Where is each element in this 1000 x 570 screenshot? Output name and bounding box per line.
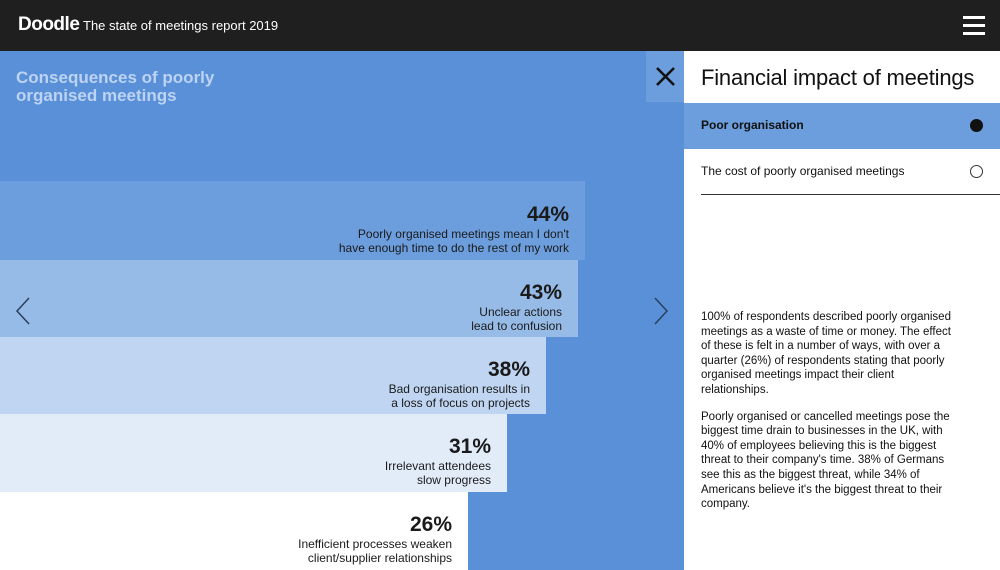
consequence-step-5: 26% Inefficient processes weaken client/… xyxy=(0,492,468,570)
step-tail-block xyxy=(468,492,684,570)
consequence-step-1: 44% Poorly organised meetings mean I don… xyxy=(0,181,585,260)
hamburger-menu-icon[interactable] xyxy=(963,16,985,35)
step-description-line2: slow progress xyxy=(416,473,491,487)
consequence-step-2: 43% Unclear actions lead to confusion xyxy=(0,260,578,337)
step-description-line1: Bad organisation results in xyxy=(388,382,530,396)
step-percent: 31% xyxy=(448,435,491,458)
step-percent: 44% xyxy=(526,203,569,226)
step-description-line1: Poorly organised meetings mean I don't xyxy=(357,227,569,241)
consequence-step-4: 31% Irrelevant attendees slow progress xyxy=(0,414,507,492)
step-percent: 43% xyxy=(519,281,562,304)
option-label: The cost of poorly organised meetings xyxy=(701,164,905,178)
doodle-logo[interactable]: Doodle xyxy=(18,14,80,36)
step-description-line2: lead to confusion xyxy=(471,319,562,333)
step-description-line1: Inefficient processes weaken xyxy=(298,537,452,551)
panel-title: Financial impact of meetings xyxy=(701,65,975,90)
step-description-line2: a loss of focus on projects xyxy=(391,396,530,410)
paragraph-2: Poorly organised or cancelled meetings p… xyxy=(701,410,950,511)
top-bar: Doodle The state of meetings report 2019 xyxy=(0,0,1000,51)
step-description-line1: Irrelevant attendees xyxy=(384,459,491,473)
consequence-step-3: 38% Bad organisation results in a loss o… xyxy=(0,337,546,414)
option-cost-of-meetings[interactable]: The cost of poorly organised meetings xyxy=(701,149,1000,195)
option-label: Poor organisation xyxy=(701,118,804,132)
step-description-line2: client/supplier relationships xyxy=(307,551,452,565)
financial-impact-panel: Financial impact of meetings Poor organi… xyxy=(684,51,1000,570)
option-poor-organisation[interactable]: Poor organisation xyxy=(684,103,1000,149)
radio-selected-icon[interactable] xyxy=(970,119,983,132)
paragraph-1: 100% of respondents described poorly org… xyxy=(701,311,951,396)
step-percent: 38% xyxy=(487,358,530,381)
step-percent: 26% xyxy=(409,513,452,536)
consequences-visual: Consequences of poorly organised meeting… xyxy=(0,51,684,570)
panel-body-text: 100% of respondents described poorly org… xyxy=(701,310,963,524)
chevron-left-icon[interactable] xyxy=(14,297,34,325)
close-icon[interactable] xyxy=(646,51,684,102)
chevron-right-icon[interactable] xyxy=(650,297,670,325)
radio-empty-icon[interactable] xyxy=(970,165,983,178)
report-title: The state of meetings report 2019 xyxy=(83,18,279,33)
step-description-line1: Unclear actions xyxy=(479,305,562,319)
step-description-line2: have enough time to do the rest of my wo… xyxy=(338,241,569,255)
visual-title: Consequences of poorly organised meeting… xyxy=(16,68,215,105)
